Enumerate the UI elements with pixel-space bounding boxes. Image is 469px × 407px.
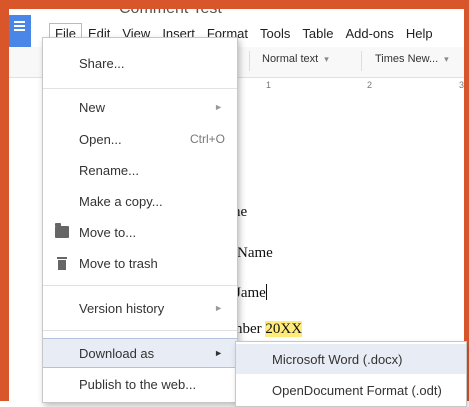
menu-item-label: Move to trash bbox=[79, 255, 158, 271]
menu-item-publish[interactable]: Publish to the web... bbox=[43, 369, 237, 399]
menu-item-label: Open... bbox=[79, 131, 122, 147]
menu-item-label: New bbox=[79, 99, 106, 115]
menu-separator bbox=[43, 285, 237, 286]
submenu-arrow-icon: ► bbox=[214, 303, 223, 313]
download-as-submenu: Microsoft Word (.docx) OpenDocument Form… bbox=[235, 341, 467, 407]
toolbar-separator bbox=[249, 51, 250, 71]
submenu-item-label: Microsoft Word (.docx) bbox=[272, 351, 403, 367]
font-family-select[interactable]: Times New... ▾ bbox=[375, 53, 449, 65]
menu-item-share[interactable]: Share... bbox=[43, 48, 237, 78]
menu-item-label: Share... bbox=[79, 55, 125, 71]
keyboard-shortcut: Ctrl+O bbox=[189, 132, 225, 146]
ruler-tick: 3 bbox=[459, 80, 465, 90]
menu-table[interactable]: Table bbox=[296, 23, 339, 44]
submenu-arrow-icon: ► bbox=[214, 348, 223, 358]
highlighted-text: 20XX bbox=[265, 321, 303, 337]
toolbar-separator bbox=[361, 51, 362, 71]
submenu-item-label: OpenDocument Format (.odt) bbox=[272, 382, 442, 398]
font-family-value: Times New... bbox=[375, 53, 439, 65]
submenu-item-docx[interactable]: Microsoft Word (.docx) bbox=[236, 344, 466, 374]
document-title[interactable]: Comment Test bbox=[119, 9, 222, 18]
menu-item-open[interactable]: Open... Ctrl+O bbox=[43, 124, 237, 154]
docs-logo-icon[interactable] bbox=[9, 15, 31, 47]
menu-item-rename[interactable]: Rename... bbox=[43, 155, 237, 185]
menu-item-make-copy[interactable]: Make a copy... bbox=[43, 186, 237, 216]
menu-separator bbox=[43, 330, 237, 331]
menu-item-version-history[interactable]: Version history ► bbox=[43, 293, 237, 323]
doc-text-run: nber bbox=[235, 321, 266, 337]
menu-item-label: Download as bbox=[79, 345, 155, 361]
doc-text-run: Jame bbox=[235, 285, 266, 301]
doc-text-line[interactable]: nber 20XX bbox=[235, 321, 303, 338]
menu-addons[interactable]: Add-ons bbox=[339, 23, 399, 44]
menu-item-new[interactable]: New ► bbox=[43, 92, 237, 122]
paragraph-style-value: Normal text bbox=[262, 53, 319, 65]
ruler-tick: 2 bbox=[367, 80, 373, 90]
menu-help[interactable]: Help bbox=[400, 23, 439, 44]
submenu-arrow-icon: ► bbox=[214, 102, 223, 112]
menu-item-download-as[interactable]: Download as ► bbox=[43, 338, 237, 368]
chevron-down-icon: ▾ bbox=[444, 54, 449, 64]
text-cursor bbox=[265, 284, 267, 300]
frame-left bbox=[0, 0, 9, 401]
menu-item-label: Rename... bbox=[79, 162, 139, 178]
menu-item-label: Make a copy... bbox=[79, 193, 163, 209]
menu-item-label: Publish to the web... bbox=[79, 376, 197, 392]
ruler-tick: 1 bbox=[266, 80, 272, 90]
menu-item-move-to[interactable]: Move to... bbox=[43, 217, 237, 247]
folder-icon bbox=[55, 223, 69, 238]
doc-text-line[interactable]: Jame bbox=[235, 284, 267, 302]
menu-item-label: Version history bbox=[79, 300, 165, 316]
frame-top bbox=[0, 0, 469, 9]
doc-text-line[interactable]: Name bbox=[237, 245, 273, 262]
paragraph-style-select[interactable]: Normal text ▾ bbox=[262, 53, 329, 65]
file-menu-dropdown: Share... New ► Open... Ctrl+O Rename... … bbox=[42, 37, 238, 403]
chevron-down-icon: ▾ bbox=[324, 54, 329, 64]
trash-icon bbox=[55, 257, 69, 270]
menu-item-move-to-trash[interactable]: Move to trash bbox=[43, 248, 237, 278]
menu-tools[interactable]: Tools bbox=[254, 23, 296, 44]
menu-item-label: Move to... bbox=[79, 224, 137, 240]
menu-separator bbox=[43, 88, 237, 89]
